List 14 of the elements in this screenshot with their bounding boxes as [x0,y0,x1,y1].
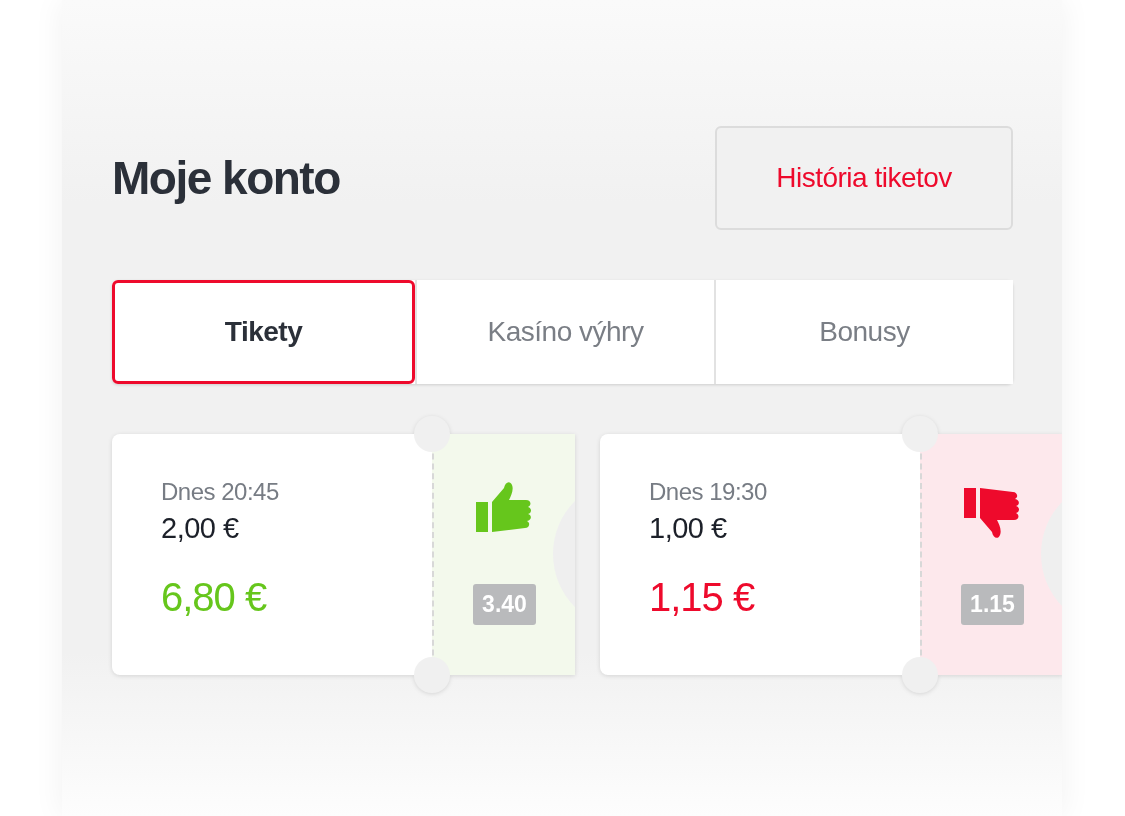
page-title: Moje konto [112,151,340,205]
tab[interactable]: Kasíno výhry [415,280,714,384]
ticket-date: Dnes 20:45 [161,478,280,506]
ticket-payout: 1,15 € [649,575,756,620]
ticket-history-button[interactable]: História tiketov [715,126,1013,230]
odds-badge: 3.40 [473,584,536,625]
ticket-stake: 1,00 € [649,512,728,545]
ticket-stake: 2,00 € [161,512,240,545]
ticket-payout: 6,80 € [161,575,268,620]
odds-badge: 1.15 [961,584,1024,625]
tab[interactable]: Tikety [112,280,415,384]
tab[interactable]: Bonusy [714,280,1013,384]
ticket-date: Dnes 19:30 [649,478,768,506]
ticket-notch [902,657,938,693]
